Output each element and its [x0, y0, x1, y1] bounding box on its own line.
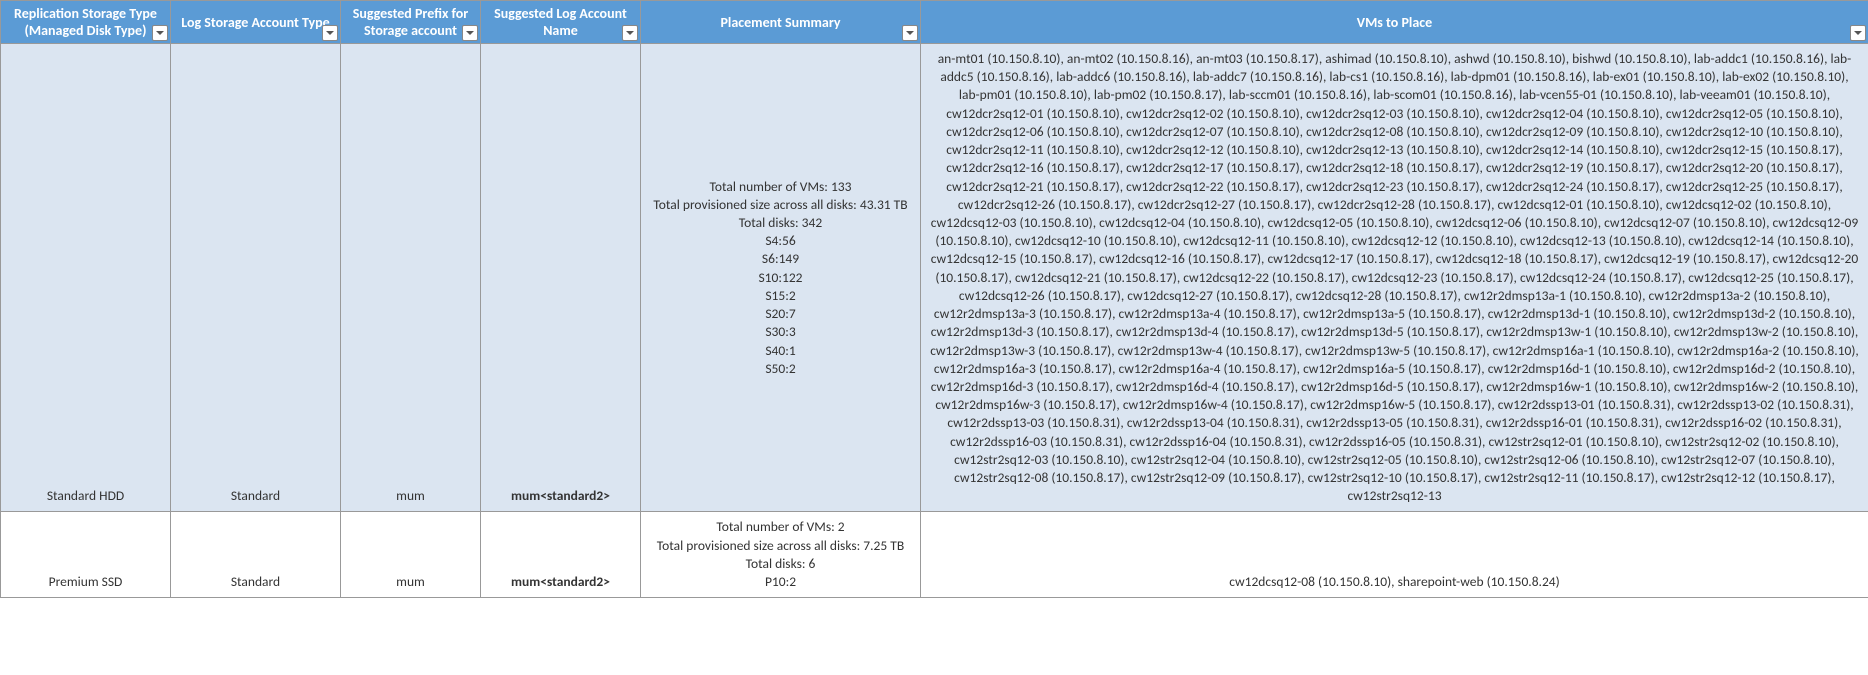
cell-replication: Standard HDD	[1, 44, 171, 512]
summary-line: Total disks: 6	[746, 555, 816, 573]
cell-log-type: Standard	[171, 44, 341, 512]
summary-line: S30:3	[765, 323, 795, 341]
filter-button[interactable]	[622, 25, 638, 41]
cell-suggested-log: mum<standard2>	[481, 512, 641, 598]
summary-line: S40:1	[765, 342, 795, 360]
header-replication[interactable]: Replication Storage Type (Managed Disk T…	[1, 1, 171, 44]
header-vms-label: VMs to Place	[1357, 14, 1432, 31]
cell-placement-summary: Total number of VMs: 2 Total provisioned…	[641, 512, 921, 598]
header-vms[interactable]: VMs to Place	[921, 1, 1868, 44]
summary-line: S15:2	[765, 287, 795, 305]
header-row: Replication Storage Type (Managed Disk T…	[1, 1, 1868, 44]
summary-block: Total number of VMs: 133 Total provision…	[649, 178, 912, 378]
cell-prefix: mum	[341, 44, 481, 512]
summary-line: P10:2	[765, 573, 796, 591]
header-log-type-label: Log Storage Account Type	[181, 14, 329, 31]
filter-button[interactable]	[152, 25, 168, 41]
header-log-type[interactable]: Log Storage Account Type	[171, 1, 341, 44]
chevron-down-icon	[625, 25, 635, 42]
cell-vms: cw12dcsq12-08 (10.150.8.10), sharepoint-…	[921, 512, 1868, 598]
summary-block: Total number of VMs: 2 Total provisioned…	[649, 518, 912, 591]
header-suggested-log-label: Suggested Log Account Name	[494, 5, 627, 39]
chevron-down-icon	[1853, 25, 1863, 42]
cell-replication: Premium SSD	[1, 512, 171, 598]
cell-prefix: mum	[341, 512, 481, 598]
cell-log-type: Standard	[171, 512, 341, 598]
filter-button[interactable]	[322, 25, 338, 41]
header-prefix-label: Suggested Prefix for Storage account	[353, 5, 469, 39]
filter-button[interactable]	[902, 25, 918, 41]
summary-line: Total number of VMs: 133	[710, 178, 852, 196]
summary-line: Total provisioned size across all disks:…	[653, 196, 907, 214]
header-placement-label: Placement Summary	[720, 14, 840, 31]
header-placement[interactable]: Placement Summary	[641, 1, 921, 44]
placement-table: Replication Storage Type (Managed Disk T…	[0, 0, 1868, 598]
header-suggested-log[interactable]: Suggested Log Account Name	[481, 1, 641, 44]
summary-line: Total provisioned size across all disks:…	[657, 537, 904, 555]
filter-button[interactable]	[1850, 25, 1866, 41]
summary-line: S50:2	[765, 360, 795, 378]
cell-suggested-log: mum<standard2>	[481, 44, 641, 512]
table-row: Standard HDD Standard mum mum<standard2>…	[1, 44, 1868, 512]
summary-line: S20:7	[765, 305, 795, 323]
header-replication-label: Replication Storage Type (Managed Disk T…	[14, 5, 157, 39]
chevron-down-icon	[465, 25, 475, 42]
summary-line: S4:56	[765, 232, 795, 250]
summary-line: Total disks: 342	[739, 214, 822, 232]
summary-line: S10:122	[758, 269, 802, 287]
chevron-down-icon	[905, 25, 915, 42]
chevron-down-icon	[325, 25, 335, 42]
summary-line: S6:149	[762, 250, 799, 268]
cell-vms: an-mt01 (10.150.8.10), an-mt02 (10.150.8…	[921, 44, 1868, 512]
cell-placement-summary: Total number of VMs: 133 Total provision…	[641, 44, 921, 512]
chevron-down-icon	[155, 25, 165, 42]
filter-button[interactable]	[462, 25, 478, 41]
table-row: Premium SSD Standard mum mum<standard2> …	[1, 512, 1868, 598]
header-prefix[interactable]: Suggested Prefix for Storage account	[341, 1, 481, 44]
summary-line: Total number of VMs: 2	[716, 518, 844, 536]
